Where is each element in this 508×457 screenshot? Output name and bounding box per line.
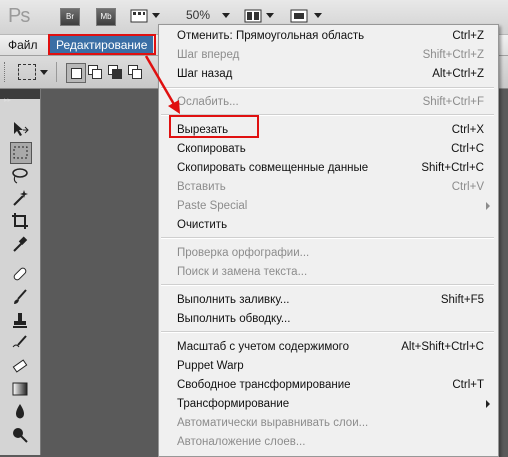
menu-item-label: Выполнить обводку... (177, 313, 291, 325)
clone-stamp-tool-icon[interactable] (10, 310, 30, 330)
crop-tool-icon[interactable] (10, 211, 30, 231)
menu-item-shortcut: Ctrl+C (451, 143, 484, 155)
gradient-tool-icon[interactable] (10, 379, 30, 399)
menu-item-shortcut: Alt+Ctrl+Z (432, 68, 484, 80)
menu-separator (161, 284, 494, 286)
menu-item-label: Очистить (177, 219, 228, 231)
tool-preset-dropdown-icon[interactable] (40, 70, 48, 75)
menu-item-label: Автоналожение слоев... (177, 436, 306, 448)
menu-item-puppet-warp[interactable]: Puppet Warp (177, 357, 490, 375)
menu-item-label: Масштаб с учетом содержимого (177, 341, 350, 353)
menu-item-label: Выполнить заливку... (177, 294, 290, 306)
menu-separator (161, 237, 494, 239)
menu-item-clear[interactable]: Очистить (177, 216, 490, 234)
menu-item-label: Вставить (177, 181, 226, 193)
subtract-from-selection-icon[interactable] (106, 63, 124, 81)
submenu-arrow-icon (486, 400, 490, 408)
menu-item-shortcut: Ctrl+V (451, 181, 484, 193)
lasso-tool-icon[interactable] (10, 165, 30, 185)
menu-item-shortcut: Alt+Shift+Ctrl+C (401, 341, 484, 353)
menu-item-free-transform[interactable]: Свободное трансформирование Ctrl+T (177, 376, 490, 394)
menu-item-copy[interactable]: Скопировать Ctrl+C (177, 140, 490, 158)
zoom-dropdown-icon[interactable] (222, 13, 230, 18)
menu-item-stroke[interactable]: Выполнить обводку... (177, 310, 490, 328)
highlight-box-cut (169, 115, 259, 138)
menu-item-spell-check: Проверка орфографии... (177, 244, 490, 262)
arrange-documents-icon[interactable] (244, 8, 262, 24)
menu-item-paste-special: Paste Special (177, 197, 490, 215)
highlight-box-edit-menu (48, 34, 156, 55)
menu-item-step-backward[interactable]: Шаг назад Alt+Ctrl+Z (177, 65, 490, 83)
menu-separator (161, 87, 494, 89)
eyedropper-tool-icon[interactable] (10, 234, 30, 254)
edit-menu-dropdown: Отменить: Прямоугольная область Ctrl+Z Ш… (158, 24, 499, 457)
menu-separator (161, 331, 494, 333)
menu-item-step-forward: Шаг вперед Shift+Ctrl+Z (177, 46, 490, 64)
menu-file[interactable]: Файл (8, 35, 38, 55)
arrange-dropdown-icon[interactable] (266, 13, 274, 18)
options-divider (56, 62, 57, 82)
menu-item-label: Трансформирование (177, 398, 290, 410)
menu-item-undo[interactable]: Отменить: Прямоугольная область Ctrl+Z (177, 27, 490, 45)
move-tool-icon[interactable] (10, 119, 30, 139)
screen-mode-icon[interactable] (290, 8, 308, 24)
menu-item-auto-align-layers: Автоматически выравнивать слои... (177, 414, 490, 432)
menu-item-label: Ослабить... (177, 96, 239, 108)
intersect-selection-icon[interactable] (126, 63, 144, 81)
menu-item-fade: Ослабить... Shift+Ctrl+F (177, 93, 490, 111)
menu-item-transform[interactable]: Трансформирование (177, 395, 490, 413)
zoom-level[interactable]: 50% (186, 8, 210, 22)
tools-panel-header[interactable]: ▸▸ (0, 89, 40, 104)
menu-item-shortcut: Ctrl+X (451, 124, 484, 136)
menu-item-label: Отменить: Прямоугольная область (177, 30, 365, 42)
menu-item-label: Поиск и замена текста... (177, 266, 308, 278)
add-to-selection-icon[interactable] (86, 63, 104, 81)
screen-mode-dropdown-icon[interactable] (314, 13, 322, 18)
menu-item-shortcut: Shift+F5 (440, 294, 484, 306)
tools-panel: ▸▸ (0, 89, 41, 455)
menu-item-label: Шаг назад (177, 68, 233, 80)
menu-item-copy-merged[interactable]: Скопировать совмещенные данные Shift+Ctr… (177, 159, 490, 177)
menu-item-find-replace: Поиск и замена текста... (177, 263, 490, 281)
menu-item-content-aware-scale[interactable]: Масштаб с учетом содержимого Alt+Shift+C… (177, 338, 490, 356)
healing-brush-tool-icon[interactable] (10, 264, 30, 284)
magic-wand-tool-icon[interactable] (10, 188, 30, 208)
photoshop-logo: Ps (8, 5, 30, 27)
menu-item-label: Скопировать (177, 143, 246, 155)
menu-item-label: Свободное трансформирование (177, 379, 351, 391)
menu-item-auto-blend-layers: Автоналожение слоев... (177, 433, 490, 451)
menu-item-label: Puppet Warp (177, 360, 244, 372)
extras-icon[interactable] (130, 8, 148, 24)
menu-item-shortcut: Shift+Ctrl+F (422, 96, 484, 108)
extras-dropdown-icon[interactable] (152, 13, 160, 18)
dodge-tool-icon[interactable] (10, 425, 30, 445)
menu-item-shortcut: Ctrl+Z (452, 30, 484, 42)
rectangular-marquee-tool-icon[interactable] (10, 142, 32, 164)
options-grip (4, 62, 7, 82)
eraser-tool-icon[interactable] (10, 356, 30, 376)
menu-item-label: Проверка орфографии... (177, 247, 310, 259)
tool-preset-icon[interactable] (18, 64, 36, 80)
new-selection-icon[interactable] (66, 63, 86, 83)
bridge-button[interactable]: Br (60, 8, 80, 26)
menu-item-label: Шаг вперед (177, 49, 240, 61)
menu-item-label: Paste Special (177, 200, 248, 212)
menu-item-fill[interactable]: Выполнить заливку... Shift+F5 (177, 291, 490, 309)
menu-item-paste: Вставить Ctrl+V (177, 178, 490, 196)
menu-item-shortcut: Shift+Ctrl+Z (422, 49, 484, 61)
history-brush-tool-icon[interactable] (10, 333, 30, 353)
submenu-arrow-icon (486, 202, 490, 210)
minibridge-button[interactable]: Mb (96, 8, 116, 26)
menu-item-shortcut: Shift+Ctrl+C (421, 162, 484, 174)
menu-item-shortcut: Ctrl+T (452, 379, 484, 391)
blur-tool-icon[interactable] (10, 402, 30, 422)
menu-item-label: Скопировать совмещенные данные (177, 162, 369, 174)
svg-text:▸▸: ▸▸ (4, 96, 12, 104)
brush-tool-icon[interactable] (10, 287, 30, 307)
menu-item-label: Автоматически выравнивать слои... (177, 417, 369, 429)
